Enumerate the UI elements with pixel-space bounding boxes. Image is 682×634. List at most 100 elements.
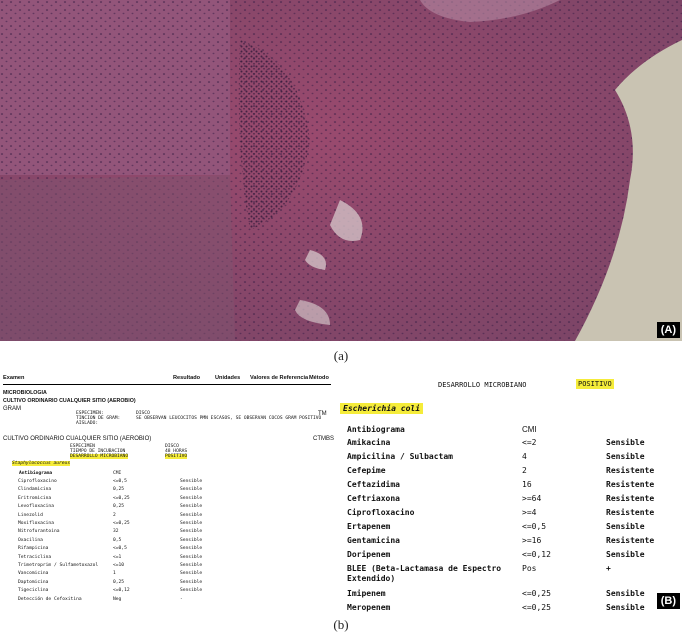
interpretation: Resistente [606,466,655,475]
interpretation: Sensible [180,563,203,568]
cmi-value: <=2 [522,438,537,447]
interpretation: Sensible [180,495,203,501]
cmi-value: <=0,12 [522,550,551,559]
drug-name: Daptomicina [18,579,49,585]
drug-name: Meropenem [347,603,391,612]
interpretation: Sensible [180,512,203,518]
interpretation: Sensible [606,603,645,612]
drug-name: BLEE (Beta-Lactamasa de Espectro [347,564,502,573]
drug-name: Ciprofloxacino [347,508,415,517]
interpretation: Sensible [180,529,203,535]
cmi-value: <=0,12 [113,588,130,594]
cmi-value: 16 [522,480,532,489]
report-header-row: Examen Resultado Unidades Valores de Ref… [3,373,331,385]
cmi-value: 0,5 [113,537,122,543]
growth-title: DESARROLLO MICROBIANO [438,381,527,389]
species-staph: Staphylococcus aureus [12,461,71,466]
drug-name-cont: Extendido) [347,574,396,583]
drug-name: Cefepime [347,466,386,475]
drug-name: Oxacilina [18,537,43,543]
gram-label: GRAM [3,406,21,412]
species-ecoli: Escherichia coli [340,403,424,414]
drug-name: Tigeciclina [18,588,49,594]
interpretation: Sensible [606,522,645,531]
histology-micrograph: (A) [0,0,682,341]
lab-report-staph: Examen Resultado Unidades Valores de Ref… [0,373,334,613]
interpretation: Resistente [606,508,655,517]
gram-result: DISCO SE OBSERVAN LEUCOCITOS PMN ESCASOS… [136,411,322,421]
interpretation: Sensible [180,521,203,526]
cmi-value: >=64 [522,494,542,503]
drug-name: Ceftriaxona [347,494,400,503]
header-unidades: Unidades [215,375,241,381]
drug-name: Rifampicina [18,546,49,552]
cmi-value: 0,25 [113,504,125,510]
interpretation: Resistente [606,494,655,503]
header-metodo: Método [309,375,329,381]
header-examen: Examen [3,375,25,381]
interpretation: Sensible [606,589,645,598]
tissue-image [0,0,682,341]
cmi-value: <=0,5 [113,546,127,552]
interpretation: Sensible [180,537,203,543]
cmi-value: 0,25 [113,579,125,585]
cmi-value: 1 [113,571,116,577]
cmi-value: <=0,25 [113,521,130,526]
interpretation: Sensible [180,571,203,577]
drug-name: Doripenem [347,550,391,559]
caption-a: (a) [333,348,349,363]
cmi-value: 2 [522,466,527,475]
interpretation: Sensible [606,550,645,559]
c2-growth-label: DESARROLLO MICROBIANO [70,454,129,459]
cmi-value: 0,25 [113,487,125,493]
cmi-value: <=10 [113,563,125,568]
interpretation: Sensible [606,438,645,447]
interpretation: Sensible [180,579,203,585]
cmi-value: >=4 [522,508,537,517]
drug-name: Clindamicina [18,487,52,493]
drug-name: Ciprofloxacino [18,479,57,484]
drug-name: Ceftazidima [347,480,400,489]
antibiogram-heading-right: Antibiograma [347,425,405,434]
culture-method: CTMBS [313,436,334,442]
cmi-value: Neg [113,596,122,602]
drug-name: Amikacina [347,438,391,447]
header-resultado: Resultado [173,375,201,381]
panel-a-label: (A) [656,322,680,338]
section-title: MICROBIOLOGIA [3,390,47,396]
c2-positive: POSITIVO [165,454,188,459]
cmi-value: 2 [113,512,116,518]
drug-name: Vancomicina [18,571,49,577]
cmi-value: <=0,25 [113,495,130,501]
drug-name: Levofloxacina [18,504,54,510]
cmi-value: 32 [113,529,119,535]
interpretation: Resistente [606,536,655,545]
cmi-value: Pos [522,564,537,573]
antibiogram-cmi-right: CMI [522,425,537,434]
caption-b: (b) [333,617,349,632]
growth-result: POSITIVO [576,379,614,389]
drug-name: Moxifloxacina [18,521,54,526]
interpretation: Sensible [180,504,203,510]
drug-name: Detección de Cefoxitina [18,596,82,602]
gram-specimen: ESPECIMEN: TINCION DE GRAM: AISLADO: [76,411,121,426]
culture-title-1: CULTIVO ORDINARIO CUALQUIER SITIO (AEROB… [3,398,136,404]
cmi-value: <=0,5 [522,522,547,531]
cmi-value: <=0,25 [522,589,551,598]
antibiogram-heading: Antibiograma [19,471,53,476]
interpretation: Sensible [180,546,203,552]
interpretation: Sensible [180,588,203,594]
header-referencia: Valores de Referencia [250,375,309,381]
interpretation: + [606,564,611,573]
drug-name: Linezolid [18,512,43,518]
cmi-value: <=0,25 [522,603,551,612]
cmi-value: <=0,5 [113,479,127,484]
drug-name: Imipenem [347,589,386,598]
cmi-value: 4 [522,452,527,461]
interpretation: Sensible [180,479,203,484]
panel-b-label: (B) [656,593,680,609]
interpretation: Sensible [180,554,203,560]
culture-title-2: CULTIVO ORDINARIO CUALQUIER SITIO (AEROB… [3,436,152,442]
interpretation: Resistente [606,480,655,489]
interpretation: Sensible [180,487,203,493]
